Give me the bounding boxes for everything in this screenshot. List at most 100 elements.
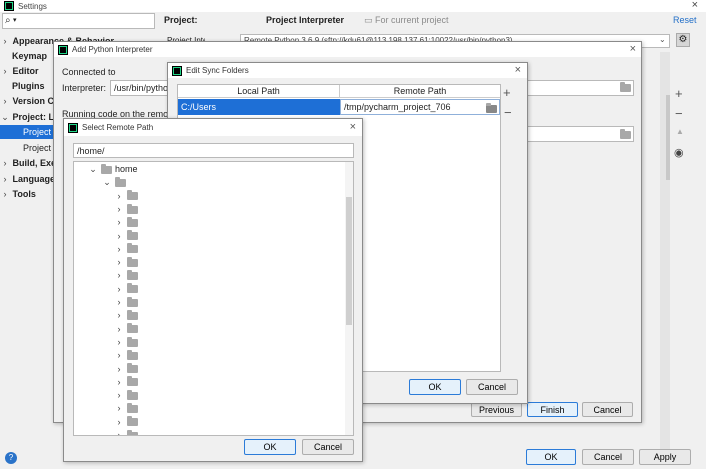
- chevron-down-icon[interactable]: ⌄: [88, 163, 98, 176]
- chevron-right-icon: ›: [3, 96, 7, 106]
- window-close-icon[interactable]: ×: [692, 0, 698, 11]
- tree-item-folder[interactable]: ›: [74, 296, 353, 309]
- chevron-right-icon[interactable]: ›: [114, 296, 124, 309]
- reset-link[interactable]: Reset: [673, 15, 697, 25]
- chevron-right-icon[interactable]: ›: [114, 363, 124, 376]
- folder-icon: [127, 270, 138, 281]
- gear-icon[interactable]: ⚙: [676, 33, 690, 47]
- eye-icon[interactable]: ◉: [674, 146, 684, 159]
- tree-item-folder[interactable]: ›: [74, 309, 353, 322]
- remote-path-value: /home/: [77, 146, 105, 156]
- local-path-header[interactable]: Local Path: [178, 85, 340, 98]
- settings-cancel-button[interactable]: Cancel: [582, 449, 634, 465]
- chevron-right-icon: ›: [3, 158, 7, 168]
- tree-item-label: home: [115, 164, 138, 174]
- close-icon[interactable]: ×: [515, 65, 521, 76]
- tree-item-folder[interactable]: ›: [74, 323, 353, 336]
- tree-item-folder[interactable]: ›: [74, 402, 353, 415]
- add-package-icon[interactable]: +: [675, 86, 683, 101]
- folder-icon: [127, 389, 138, 400]
- finish-button[interactable]: Finish: [527, 402, 578, 417]
- pycharm-icon: [4, 1, 14, 11]
- tree-item-user[interactable]: ⌄: [74, 176, 353, 189]
- remote-path-input[interactable]: /home/: [73, 143, 354, 158]
- remote-path-cell-editor[interactable]: /tmp/pycharm_project_706: [340, 99, 500, 115]
- tree-item-folder[interactable]: ›: [74, 190, 353, 203]
- add-folder-icon[interactable]: +: [503, 85, 511, 100]
- help-icon[interactable]: ?: [5, 452, 17, 464]
- cancel-button[interactable]: Cancel: [582, 402, 633, 417]
- chevron-right-icon[interactable]: ›: [114, 402, 124, 415]
- chevron-right-icon[interactable]: ›: [114, 269, 124, 282]
- remote-path-header[interactable]: Remote Path: [340, 85, 500, 98]
- remote-cancel-button[interactable]: Cancel: [302, 439, 354, 455]
- sync-ok-button[interactable]: OK: [409, 379, 461, 395]
- chevron-right-icon[interactable]: ›: [114, 309, 124, 322]
- close-icon[interactable]: ×: [630, 44, 636, 55]
- previous-button[interactable]: Previous: [471, 402, 522, 417]
- tree-item-folder[interactable]: ›: [74, 230, 353, 243]
- settings-apply-button[interactable]: Apply: [639, 449, 691, 465]
- tree-item-folder[interactable]: ›: [74, 243, 353, 256]
- upgrade-package-icon[interactable]: ▲: [676, 127, 684, 136]
- chevron-right-icon[interactable]: ›: [114, 216, 124, 229]
- tree-item-folder[interactable]: ›: [74, 216, 353, 229]
- tree-item-folder[interactable]: ›: [74, 283, 353, 296]
- tree-item-folder[interactable]: ›: [74, 269, 353, 282]
- settings-search-input[interactable]: ⌕ ▾: [2, 13, 155, 29]
- table-row[interactable]: C:/Users: [178, 99, 340, 115]
- settings-ok-button[interactable]: OK: [526, 449, 576, 465]
- folder-icon[interactable]: [486, 102, 497, 113]
- sidebar-item-project-interpreter[interactable]: Project I: [0, 125, 60, 139]
- tree-item-folder[interactable]: ›: [74, 203, 353, 216]
- package-scrollbar[interactable]: [666, 95, 670, 180]
- tree-scrollbar-thumb[interactable]: [346, 197, 352, 325]
- chevron-right-icon[interactable]: ›: [114, 190, 124, 203]
- tree-item-folder[interactable]: ›: [74, 389, 353, 402]
- sidebar-item-label: Plugins: [12, 81, 45, 91]
- folder-icon: [127, 363, 138, 374]
- close-icon[interactable]: ×: [350, 122, 356, 133]
- folder-icon[interactable]: [620, 128, 631, 139]
- chevron-right-icon[interactable]: ›: [114, 389, 124, 402]
- chevron-right-icon[interactable]: ›: [114, 256, 124, 269]
- tree-item-folder[interactable]: ›: [74, 336, 353, 349]
- search-icon: ⌕: [5, 15, 11, 26]
- remote-ok-button[interactable]: OK: [244, 439, 296, 455]
- sidebar-item-keymap[interactable]: Keymap: [12, 49, 47, 63]
- chevron-right-icon[interactable]: ›: [114, 336, 124, 349]
- pycharm-icon: [58, 44, 68, 55]
- tree-item-folder[interactable]: ›: [74, 363, 353, 376]
- folder-icon: [127, 230, 138, 241]
- sidebar-item-label: Keymap: [12, 51, 48, 61]
- tree-item-folder[interactable]: ›: [74, 376, 353, 389]
- tree-item-folder[interactable]: ›: [74, 429, 353, 435]
- folder-icon[interactable]: [620, 81, 631, 92]
- sidebar-item-project-structure[interactable]: Project S: [0, 141, 60, 155]
- chevron-right-icon[interactable]: ›: [114, 243, 124, 256]
- select-remote-path-dialog: Select Remote Path × /home/ ⌄ home ⌄ › › › › › ›…: [63, 118, 363, 462]
- add-interpreter-titlebar: Add Python Interpreter: [54, 42, 641, 57]
- page-title: Project Interpreter: [266, 15, 345, 25]
- chevron-right-icon[interactable]: ›: [114, 283, 124, 296]
- interpreter-path-input-right[interactable]: [524, 80, 634, 96]
- chevron-right-icon[interactable]: ›: [114, 376, 124, 389]
- remove-package-icon[interactable]: −: [675, 106, 683, 121]
- chevron-right-icon[interactable]: ›: [114, 203, 124, 216]
- chevron-right-icon[interactable]: ›: [114, 416, 124, 429]
- chevron-right-icon[interactable]: ›: [114, 230, 124, 243]
- chevron-right-icon: ›: [3, 189, 7, 199]
- folder-icon: [127, 203, 138, 214]
- sidebar-item-plugins[interactable]: Plugins: [12, 79, 45, 93]
- remove-folder-icon[interactable]: −: [504, 105, 512, 120]
- chevron-right-icon[interactable]: ›: [114, 429, 124, 435]
- chevron-right-icon[interactable]: ›: [114, 349, 124, 362]
- tree-item-folder[interactable]: ›: [74, 256, 353, 269]
- tree-item-folder[interactable]: ›: [74, 349, 353, 362]
- sync-cancel-button[interactable]: Cancel: [466, 379, 518, 395]
- chevron-right-icon[interactable]: ›: [114, 323, 124, 336]
- tree-item-folder[interactable]: ›: [74, 416, 353, 429]
- chevron-down-icon[interactable]: ⌄: [102, 176, 112, 189]
- tree-item-home[interactable]: ⌄ home: [74, 163, 353, 176]
- sync-folders-input[interactable]: [524, 126, 634, 142]
